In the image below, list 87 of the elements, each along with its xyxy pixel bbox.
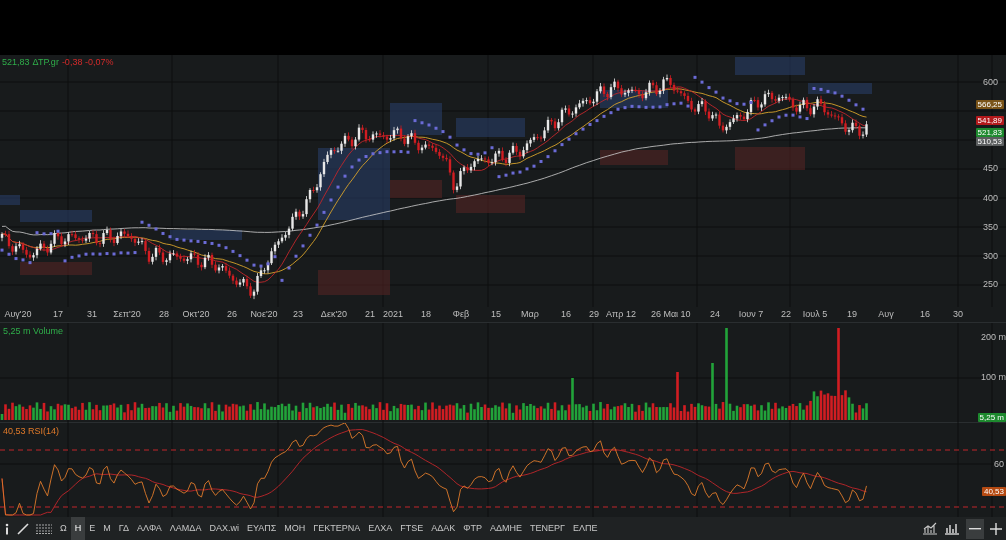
- axis-label: 21: [365, 309, 375, 320]
- axis-label: 17: [53, 309, 63, 320]
- symbol-tab[interactable]: DAX.wi: [205, 517, 243, 540]
- symbol-tab[interactable]: Μ: [99, 517, 115, 540]
- zone-rectangle: [735, 57, 805, 75]
- axis-label: 30: [953, 309, 963, 320]
- axis-label: Αυγ: [878, 309, 894, 320]
- price-badge: 521,83: [975, 128, 1004, 137]
- zone-rectangle: [20, 262, 92, 275]
- symbol-tab[interactable]: ΓΕΚΤΕΡΝΑ: [309, 517, 365, 540]
- symbol-tab[interactable]: Ω: [56, 517, 71, 540]
- symbol-tab[interactable]: ΕΥΑΠΣ: [242, 517, 281, 540]
- axis-label: 16: [920, 309, 930, 320]
- price-change: -0,38 -0,07%: [61, 56, 114, 68]
- zoom-out-button[interactable]: [966, 518, 984, 539]
- zone-rectangle: [600, 150, 668, 165]
- price-badge: 510,53: [975, 137, 1004, 146]
- symbol-tab[interactable]: ΛΑΜΔΑ: [165, 517, 206, 540]
- axis-label: 31: [87, 309, 97, 320]
- axis-label: 350: [982, 222, 998, 232]
- symbol-tab[interactable]: ΤΕΝΕΡΓ: [526, 517, 570, 540]
- axis-label: 450: [982, 163, 998, 173]
- symbol-tab[interactable]: ΕΛΧΑ: [364, 517, 397, 540]
- axis-label: 300: [982, 251, 998, 261]
- symbol-tab[interactable]: ΑΔΜΗΕ: [486, 517, 527, 540]
- symbol-tab[interactable]: ΕΛΠΕ: [569, 517, 602, 540]
- axis-label: Μαρ: [521, 309, 539, 320]
- axis-label: 26: [651, 309, 661, 320]
- symbol-tab[interactable]: ΑΔΑΚ: [427, 517, 460, 540]
- bar-chart-icon[interactable]: [944, 522, 960, 535]
- axis-label: Απρ 12: [606, 309, 636, 320]
- axis-label: Φεβ: [452, 309, 470, 320]
- zone-rectangle: [170, 230, 242, 240]
- zoom-in-icon[interactable]: [990, 522, 1002, 535]
- line-chart-icon[interactable]: [922, 522, 938, 535]
- rsi-badge: 40,53: [981, 487, 1006, 496]
- info-icon[interactable]: [4, 522, 10, 535]
- symbol-tab[interactable]: FTSE: [396, 517, 428, 540]
- axis-label: 100 m: [981, 372, 1006, 382]
- minus-icon: [969, 527, 981, 530]
- last-price: 521,83: [2, 56, 30, 68]
- volume-badge: 5,25 m: [977, 413, 1006, 422]
- axis-label: Οκτ'20: [182, 309, 210, 320]
- symbol-tab[interactable]: ΜΟΗ: [280, 517, 310, 540]
- symbol-tab[interactable]: Ε: [85, 517, 100, 540]
- zone-rectangle: [0, 195, 20, 205]
- axis-label: 28: [159, 309, 169, 320]
- axis-label: 600: [982, 77, 998, 87]
- axis-label: 400: [982, 193, 998, 203]
- axis-label: 15: [491, 309, 501, 320]
- symbol-tab[interactable]: Η: [70, 517, 86, 540]
- volume-label: 5,25 m Volume: [3, 325, 64, 338]
- symbol-tab[interactable]: ΑΛΦΑ: [132, 517, 166, 540]
- zone-rectangle: [735, 147, 805, 170]
- axis-label: 60: [994, 459, 1004, 469]
- axis-label: 24: [710, 309, 720, 320]
- axis-label: Δεκ'20: [320, 309, 348, 320]
- price-badge: 566,25: [975, 100, 1004, 109]
- axis-label: Μαι 10: [663, 309, 691, 320]
- axis-label: Νοε'20: [250, 309, 278, 320]
- symbol-name: ΔΤΡ.gr: [32, 56, 59, 68]
- axis-label: 16: [561, 309, 571, 320]
- axis-label: 29: [589, 309, 599, 320]
- axis-label: 2021: [383, 309, 403, 320]
- zone-rectangle: [456, 118, 525, 137]
- axis-label: 18: [421, 309, 431, 320]
- zone-rectangle: [600, 90, 668, 108]
- axis-label: Ιουν 7: [738, 309, 764, 320]
- zone-rectangle: [456, 195, 525, 213]
- pencil-icon[interactable]: [16, 521, 30, 536]
- axis-label: Σεπ'20: [113, 309, 141, 320]
- zone-rectangle: [390, 103, 442, 135]
- price-badge: 541,89: [975, 116, 1004, 125]
- zone-rectangle: [20, 210, 92, 222]
- axis-label: 26: [227, 309, 237, 320]
- symbol-tab[interactable]: ΦΤΡ: [459, 517, 487, 540]
- zone-rectangle: [318, 270, 390, 295]
- axis-label: 23: [293, 309, 303, 320]
- axis-label: 22: [781, 309, 791, 320]
- axis-label: Ιουλ 5: [802, 309, 828, 320]
- symbol-tab[interactable]: ΓΔ: [114, 517, 133, 540]
- axis-label: 19: [847, 309, 857, 320]
- rsi-label: 40,53 RSI(14): [3, 425, 60, 438]
- zone-rectangle: [808, 83, 872, 94]
- axis-label: 250: [982, 279, 998, 289]
- axis-label: Αυγ'20: [4, 309, 32, 320]
- axis-label: 200 m: [981, 332, 1006, 342]
